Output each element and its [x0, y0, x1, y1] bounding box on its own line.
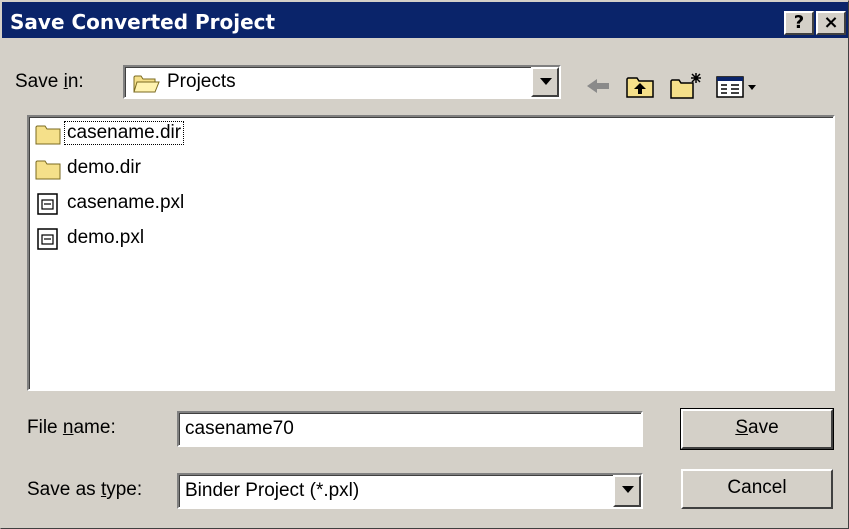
list-item-label: demo.pxl: [67, 227, 145, 248]
save-button[interactable]: Save: [680, 408, 834, 450]
file-name-value: casename70: [185, 418, 294, 439]
save-as-type-label: Save as type:: [27, 479, 143, 500]
save-in-value: Projects: [167, 71, 236, 92]
help-button[interactable]: ?: [784, 11, 814, 35]
save-in-dropdown-arrow[interactable]: [531, 67, 559, 97]
save-in-label: Save in:: [15, 71, 84, 92]
file-icon: [37, 228, 58, 250]
list-item-label: demo.dir: [67, 157, 141, 178]
cancel-button[interactable]: Cancel: [681, 469, 833, 509]
save-dialog: Save Converted Project ? × Save in: Proj…: [0, 0, 849, 529]
save-as-type-combo[interactable]: Binder Project (*.pxl): [177, 473, 643, 509]
file-name-input[interactable]: casename70: [177, 411, 643, 447]
folder-open-icon: [133, 75, 160, 93]
title-bar: Save Converted Project ? ×: [2, 2, 848, 38]
save-as-type-dropdown-arrow[interactable]: [613, 475, 641, 507]
chevron-down-icon: [622, 486, 634, 493]
up-folder-icon[interactable]: [625, 71, 655, 101]
list-item-label: casename.pxl: [67, 192, 185, 213]
chevron-down-icon: [540, 78, 552, 85]
close-button[interactable]: ×: [816, 11, 846, 35]
save-in-combo[interactable]: Projects: [123, 65, 561, 99]
save-as-type-value: Binder Project (*.pxl): [185, 480, 360, 501]
window-title: Save Converted Project: [10, 10, 276, 34]
file-name-label: File name:: [27, 417, 116, 438]
view-menu-icon[interactable]: [715, 71, 759, 101]
folder-icon: [35, 125, 61, 145]
file-icon: [37, 193, 58, 215]
list-item-label: casename.dir: [63, 121, 185, 145]
back-arrow-icon[interactable]: [583, 71, 613, 101]
folder-icon: [35, 160, 61, 180]
new-folder-icon[interactable]: [669, 71, 703, 101]
file-list[interactable]: casename.dir demo.dir casename.pxl demo.…: [27, 115, 835, 391]
